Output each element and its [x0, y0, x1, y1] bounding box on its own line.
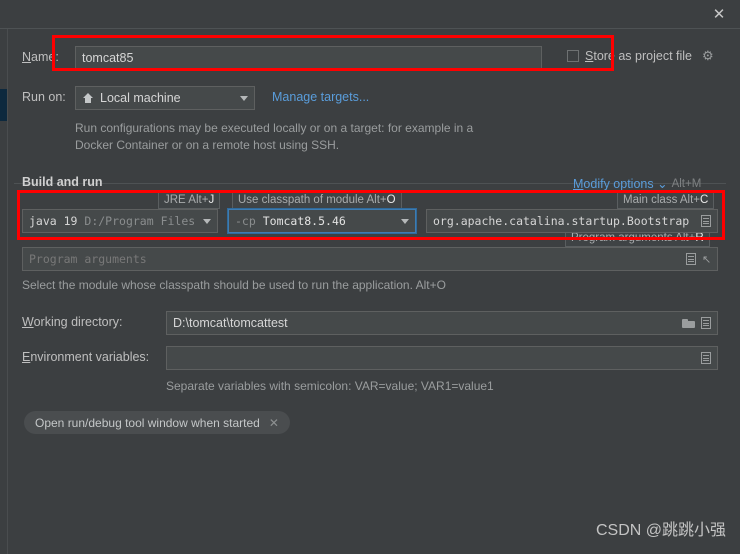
- gear-icon[interactable]: ⚙: [702, 48, 714, 64]
- macro-list-icon[interactable]: [701, 317, 711, 329]
- name-input-value: tomcat85: [82, 51, 134, 65]
- open-tool-window-chip-label: Open run/debug tool window when started: [35, 415, 260, 430]
- run-on-label: Run on:: [22, 90, 66, 104]
- environment-variables-hint: Separate variables with semicolon: VAR=v…: [166, 379, 494, 393]
- working-directory-label: Working directory:: [22, 315, 123, 329]
- module-classpath-hint: Select the module whose classpath should…: [22, 278, 446, 292]
- macro-list-icon[interactable]: [685, 253, 696, 265]
- program-arguments-placeholder: Program arguments: [29, 252, 147, 266]
- chevron-down-icon: [203, 218, 211, 224]
- program-arguments-field[interactable]: Program arguments ↗: [22, 247, 718, 271]
- jre-path: D:/Program Files: [84, 214, 196, 228]
- store-as-project-file-checkbox[interactable]: [567, 50, 579, 62]
- browse-class-icon[interactable]: [701, 215, 711, 227]
- jre-hint-chip: JRE Alt+ J: [158, 190, 221, 209]
- store-as-project-file-label[interactable]: Store as project file: [585, 49, 692, 63]
- open-tool-window-chip[interactable]: Open run/debug tool window when started …: [24, 411, 290, 434]
- classpath-module-combo[interactable]: -cp Tomcat8.5.46: [227, 208, 417, 234]
- working-directory-field[interactable]: D:\tomcat\tomcattest: [166, 311, 718, 335]
- main-class-field[interactable]: org.apache.catalina.startup.Bootstrap: [426, 209, 718, 233]
- run-on-target-combo[interactable]: Local machine: [75, 86, 255, 110]
- configuration-tree-rail[interactable]: [0, 29, 8, 554]
- close-icon[interactable]: ✕: [269, 416, 279, 430]
- run-on-target-value: Local machine: [100, 91, 181, 105]
- manage-targets-link[interactable]: Manage targets...: [272, 90, 369, 104]
- configuration-tree-selected-item[interactable]: [0, 89, 7, 121]
- run-on-description: Run configurations may be executed local…: [75, 121, 474, 153]
- macro-list-icon[interactable]: [701, 352, 711, 364]
- chevron-down-icon: [401, 218, 409, 224]
- folder-icon[interactable]: [682, 318, 695, 328]
- jre-name: java 19: [29, 214, 78, 228]
- close-icon[interactable]: ✕: [706, 2, 732, 26]
- modify-options-link[interactable]: Modify options ⌄: [573, 176, 668, 191]
- classpath-hint-chip: Use classpath of module Alt+ O: [232, 190, 402, 209]
- dialog-titlebar: ✕: [0, 0, 740, 28]
- main-class-hint-chip: Main class Alt+ C: [617, 190, 715, 209]
- store-as-project-file-row: Store as project file ⚙: [567, 48, 714, 64]
- titlebar-divider: [0, 28, 740, 29]
- classpath-prefix: -cp: [235, 214, 256, 228]
- working-directory-value: D:\tomcat\tomcattest: [173, 316, 288, 330]
- name-input[interactable]: tomcat85: [75, 46, 542, 70]
- modify-options-shortcut: Alt+M: [671, 177, 702, 190]
- build-and-run-title: Build and run: [22, 175, 103, 189]
- modify-options-row: Modify options ⌄ Alt+M: [573, 176, 701, 191]
- watermark: CSDN @跳跳小强: [595, 522, 726, 539]
- expand-editor-icon[interactable]: ↗: [702, 253, 711, 266]
- name-label: Name:: [22, 50, 59, 64]
- classpath-module: Tomcat8.5.46: [262, 214, 346, 228]
- chevron-down-icon: [240, 95, 248, 101]
- main-class-value: org.apache.catalina.startup.Bootstrap: [433, 214, 690, 228]
- jre-combo[interactable]: java 19 D:/Program Files: [22, 209, 218, 233]
- environment-variables-field[interactable]: [166, 346, 718, 370]
- environment-variables-label: Environment variables:: [22, 350, 150, 364]
- home-icon: [83, 93, 93, 103]
